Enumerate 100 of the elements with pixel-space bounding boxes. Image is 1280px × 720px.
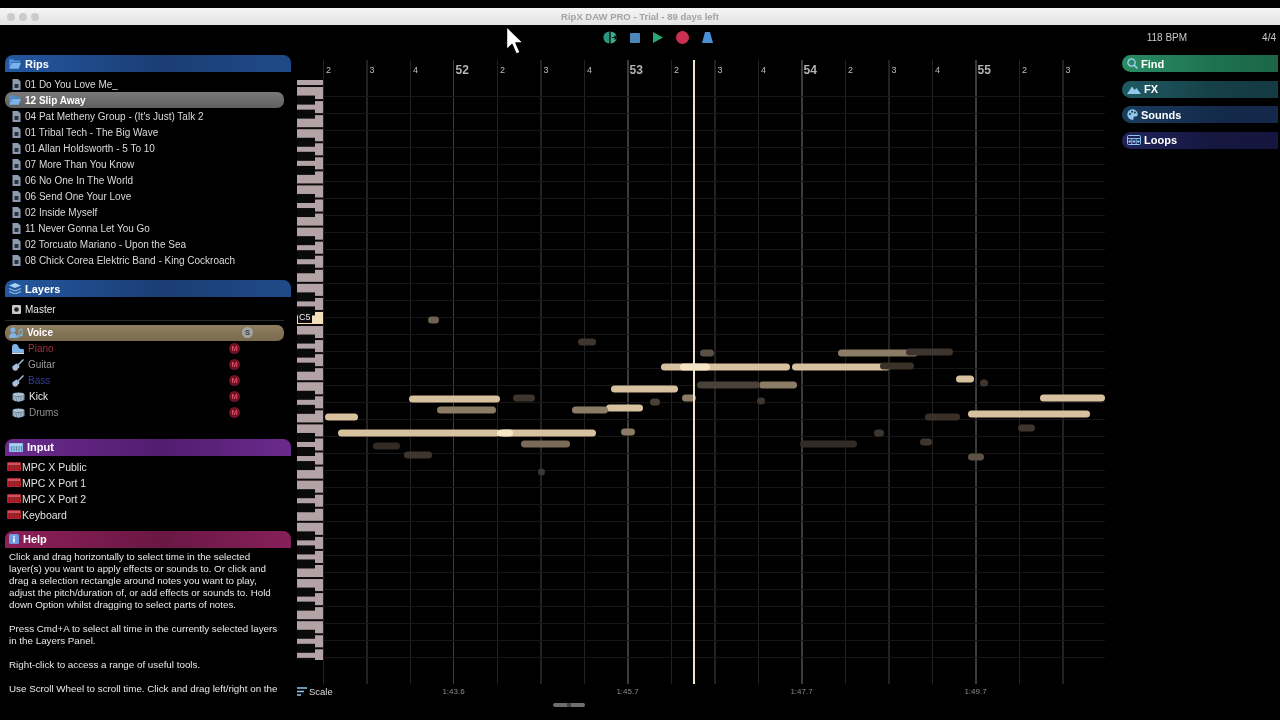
file-icon — [12, 190, 21, 202]
input-item[interactable]: MPC X Port 2 — [5, 490, 284, 507]
help-text: Click and drag horizontally to select time in the selected layer(s) you want to apply effects or sounds to. Or click and drag a selection rectangle around notes you want to play, adjust the pitch/duration of, or add effects or sounds to. Hold down Option whilst dragging to select parts of notes. — [9, 550, 272, 611]
beat-number: 3 — [1064, 65, 1071, 75]
layers-icon — [9, 283, 21, 294]
playhead-line[interactable] — [692, 60, 695, 684]
grid-icon — [1127, 135, 1141, 145]
square-icon — [12, 304, 21, 314]
keyboard-icon — [7, 510, 21, 519]
stop-icon — [630, 32, 640, 43]
search-icon — [1127, 58, 1138, 69]
rip-item[interactable]: 01 Tribal Tech - The Big Wave — [5, 124, 284, 140]
guitar-icon — [12, 374, 24, 387]
guitar-icon — [12, 358, 24, 371]
rip-item[interactable]: 06 Send One Your Love — [5, 188, 284, 204]
beat-number: 3 — [890, 65, 897, 75]
keyboard-icon — [9, 442, 23, 452]
rip-item[interactable]: 08 Chick Corea Elektric Band - King Cockroach — [5, 252, 284, 268]
record-button[interactable] — [676, 31, 689, 44]
layer-item[interactable]: Master — [5, 301, 284, 317]
piano-keyboard[interactable] — [297, 80, 323, 660]
person-icon — [9, 327, 23, 338]
input-item[interactable]: Keyboard — [5, 506, 284, 523]
beat-number: 2 — [847, 65, 853, 75]
time-label: 1:47.7 — [790, 686, 813, 696]
file-icon — [12, 78, 21, 90]
time-label: 1:43.6 — [442, 686, 465, 696]
beat-number: 4 — [412, 65, 418, 75]
rip-item[interactable]: 01 Allan Holdsworth - 5 To 10 — [5, 140, 284, 156]
window-title: RipX DAW PRO - Trial - 89 days left — [561, 11, 719, 22]
bar-number: 54 — [802, 63, 817, 77]
rip-button[interactable] — [603, 31, 617, 44]
panel-header[interactable]: Input — [5, 438, 291, 456]
rip-item[interactable]: 12 Slip Away — [5, 92, 284, 108]
panel-header[interactable]: Help — [5, 530, 291, 548]
bar-number: 55 — [976, 63, 991, 77]
panel-title: Help — [23, 533, 47, 545]
input-item[interactable]: MPC X Port 1 — [5, 474, 284, 491]
beat-number: 2 — [1021, 65, 1027, 75]
time-label: 1:49.7 — [964, 686, 987, 696]
note-blocks[interactable] — [325, 316, 1105, 476]
help-text: Use Scroll Wheel to scroll time. Click and drag left/right on the — [9, 682, 279, 695]
folder-icon — [9, 58, 21, 69]
keyboard-icon — [7, 478, 21, 487]
record-icon — [676, 31, 689, 44]
rip-item[interactable]: 02 Inside Myself — [5, 204, 284, 220]
beat-number: 4 — [760, 65, 766, 75]
info-icon — [9, 534, 19, 544]
tempo-label: 118 BPM — [1146, 32, 1188, 43]
beat-number: 3 — [716, 65, 723, 75]
stop-button[interactable] — [630, 32, 640, 43]
mountain-icon — [1127, 84, 1141, 94]
file-icon — [12, 158, 21, 170]
rip-item[interactable]: 11 Never Gonna Let You Go — [5, 220, 284, 236]
keyboard-icon — [7, 462, 21, 471]
beat-number: 4 — [934, 65, 940, 75]
time-signature-label: 4/4 — [1262, 32, 1276, 43]
rip-item[interactable]: 04 Pat Metheny Group - (It's Just) Talk 2 — [5, 108, 284, 124]
drum-icon — [12, 391, 25, 402]
play-icon — [653, 32, 663, 43]
fx-button[interactable]: FX — [1122, 80, 1278, 98]
panel-title: Layers — [25, 282, 61, 295]
file-icon — [12, 126, 21, 138]
file-icon — [12, 254, 21, 266]
rip-item[interactable]: 06 No One In The World — [5, 172, 284, 188]
metronome-button[interactable] — [702, 32, 713, 43]
rip-item[interactable]: 01 Do You Love Me_ — [5, 76, 284, 92]
scale-button[interactable]: Scale — [297, 685, 333, 697]
beat-number: 2 — [673, 65, 679, 75]
split-circle-icon — [603, 31, 617, 44]
file-icon — [12, 110, 21, 122]
file-icon — [12, 238, 21, 250]
beat-number: 2 — [499, 65, 505, 75]
panel-header[interactable]: Rips — [5, 55, 291, 72]
rip-item[interactable]: 02 Torcuato Mariano - Upon the Sea — [5, 236, 284, 252]
palette-icon — [1127, 109, 1138, 120]
file-icon — [12, 222, 21, 234]
metronome-icon — [702, 32, 713, 43]
sounds-button[interactable]: Sounds — [1122, 106, 1278, 123]
beat-number: 2 — [325, 65, 331, 75]
help-text: Right-click to access a range of useful tools. — [9, 658, 202, 671]
horizontal-scrollbar[interactable] — [553, 703, 585, 707]
play-button[interactable] — [653, 32, 663, 43]
time-label: 1:45.7 — [616, 686, 639, 696]
panel-title: Rips — [25, 57, 49, 70]
rip-item[interactable]: 07 More Than You Know — [5, 156, 284, 172]
file-icon — [12, 142, 21, 154]
beat-number: 3 — [542, 65, 549, 75]
beat-number: 3 — [368, 65, 375, 75]
input-item[interactable]: MPC X Public — [5, 458, 284, 475]
piano-icon — [12, 343, 24, 354]
find-button[interactable]: Find — [1122, 55, 1278, 72]
folder-icon — [9, 95, 21, 105]
bar-number: 53 — [628, 63, 643, 77]
drum-icon — [12, 407, 25, 418]
file-icon — [12, 174, 21, 186]
panel-title: Input — [27, 441, 54, 453]
file-icon — [12, 206, 21, 218]
loops-button[interactable]: Loops — [1122, 131, 1278, 149]
panel-header[interactable]: Layers — [5, 280, 291, 297]
